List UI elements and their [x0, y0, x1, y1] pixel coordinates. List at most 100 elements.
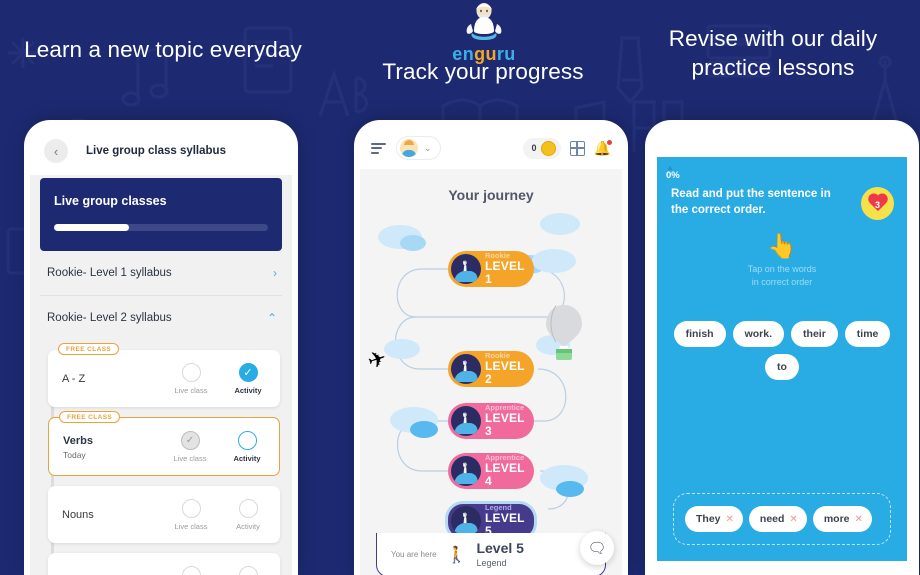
journey-map: ✈ Rookie LEVEL 1 Rookie — [360, 209, 622, 541]
answer-chip[interactable]: more ✕ — [812, 506, 872, 532]
page-title: Live group class syllabus — [86, 145, 226, 157]
lesson-item-today[interactable]: FREE CLASS Verbs Today Live class Activi… — [48, 411, 280, 476]
quiz-screen: ▲ 0% Read and put the sentence in the co… — [657, 157, 907, 561]
card-title: Live group classes — [54, 194, 167, 208]
level-number: LEVEL 1 — [485, 259, 525, 286]
free-class-badge: FREE CLASS — [58, 343, 120, 355]
level-text: Apprentice LEVEL 3 — [485, 404, 534, 437]
mark-label: Activity — [236, 522, 260, 531]
level-rank: Rookie — [485, 351, 511, 361]
syllabus-label: Rookie- Level 2 syllabus — [47, 312, 172, 324]
answer-word: more — [823, 513, 850, 525]
lesson-marks: Live class Activity — [170, 431, 267, 463]
level-avatar-icon — [451, 354, 481, 384]
progress-percent: 0% — [666, 170, 680, 181]
coin-balance[interactable]: 0 — [522, 137, 561, 159]
activity-mark[interactable]: Activity — [228, 566, 268, 575]
level-text: Apprentice LEVEL 4 — [485, 454, 534, 487]
level-badge-4[interactable]: Apprentice LEVEL 4 — [448, 453, 534, 489]
notification-bell-icon[interactable]: 🔔 — [594, 139, 612, 157]
answer-area[interactable]: They ✕ need ✕ more ✕ — [673, 493, 891, 545]
check-filled-icon — [238, 363, 258, 382]
you-are-here-card[interactable]: You are here 🚶 Level 5 Legend — [376, 533, 606, 575]
progress-row: ▲ 0% — [657, 157, 907, 181]
word-chip[interactable]: time — [844, 321, 891, 348]
live-class-mark[interactable]: Live class — [171, 363, 211, 395]
cloud-decoration — [410, 421, 438, 438]
enguru-wordmark: enguru — [452, 44, 516, 64]
level-avatar-icon — [451, 406, 481, 436]
level-badge-1[interactable]: Rookie LEVEL 1 — [448, 251, 534, 287]
live-class-mark[interactable]: Live class — [171, 566, 211, 575]
level-rank: Apprentice — [485, 453, 525, 463]
phone1-screen: ‹ Live group class syllabus Live group c… — [30, 127, 292, 575]
lesson-item[interactable]: Nouns Live class Activity — [48, 486, 280, 543]
chat-bubble-icon[interactable]: 🗨 — [580, 531, 614, 565]
syllabus-row-level1[interactable]: Rookie- Level 1 syllabus › — [40, 251, 282, 296]
free-class-badge: FREE CLASS — [59, 411, 121, 423]
phone-mockup-middle: ⌄ 0 🔔 Your journey ✈ 🚶 Rookie LEVEL 1 🚶 … — [354, 120, 628, 575]
progress-fill — [54, 224, 129, 231]
heart-icon: 3 — [867, 194, 889, 214]
level-number: LEVEL 4 — [485, 461, 525, 488]
header-actions: 0 🔔 — [522, 137, 612, 159]
user-avatar-icon — [400, 139, 418, 157]
close-icon[interactable]: ✕ — [726, 514, 734, 525]
phone2-screen: ⌄ 0 🔔 Your journey ✈ 🚶 Rookie LEVEL 1 🚶 … — [360, 127, 622, 575]
close-icon[interactable]: ✕ — [789, 514, 797, 525]
lesson-marks: Live class Activity — [171, 499, 268, 531]
tap-hint: Tap on the words in correct order — [657, 263, 907, 289]
level-badge-3[interactable]: Apprentice LEVEL 3 — [448, 403, 534, 439]
empty-circle-icon — [181, 363, 201, 382]
answer-chip[interactable]: need ✕ — [748, 506, 807, 532]
word-bank: finish work. their time to — [657, 321, 907, 381]
live-group-classes-card[interactable]: Live group classes — [40, 178, 282, 251]
word-chip[interactable]: finish — [673, 321, 726, 348]
word-chip[interactable]: their — [791, 321, 838, 348]
phone3-screen: ▲ 0% Read and put the sentence in the co… — [651, 127, 913, 575]
level-avatar-icon — [451, 456, 481, 486]
activity-mark[interactable]: Activity — [227, 431, 267, 463]
lesson-marks: Live class Activity — [171, 566, 268, 575]
level-rank: Apprentice — [485, 403, 525, 413]
current-level: Level 5 — [476, 540, 524, 556]
lesson-item[interactable]: FREE CLASS A - Z Live class Activity — [48, 343, 280, 407]
empty-circle-icon — [238, 566, 258, 575]
profile-selector[interactable]: ⌄ — [396, 136, 441, 160]
answer-chip[interactable]: They ✕ — [685, 506, 743, 532]
journey-title: Your journey — [448, 187, 534, 203]
phone-mockup-left: ‹ Live group class syllabus Live group c… — [24, 120, 298, 575]
live-class-mark[interactable]: Live class — [171, 499, 211, 531]
current-rank: Legend — [476, 558, 507, 568]
hamburger-menu-icon[interactable] — [371, 140, 386, 156]
word-chip[interactable]: work. — [732, 321, 785, 348]
lesson-item[interactable]: Things around us Live class Activity — [48, 553, 280, 575]
back-button[interactable]: ‹ — [44, 139, 68, 163]
gift-icon[interactable] — [569, 140, 585, 156]
pointing-hand-icon: 👆 — [767, 233, 797, 261]
cloud-decoration — [556, 481, 584, 497]
close-icon[interactable]: ✕ — [855, 514, 863, 525]
activity-mark[interactable]: Activity — [228, 363, 268, 395]
activity-mark[interactable]: Activity — [228, 499, 268, 531]
coin-icon — [540, 140, 556, 156]
check-gray-icon — [180, 431, 200, 450]
empty-circle-icon — [181, 499, 201, 518]
word-chip[interactable]: to — [765, 354, 799, 381]
caption-left: Learn a new topic everyday — [24, 37, 302, 62]
guru-meditating-icon — [466, 3, 502, 40]
syllabus-row-level2[interactable]: Rookie- Level 2 syllabus ⌃ — [40, 296, 282, 340]
coin-count: 0 — [531, 143, 537, 153]
empty-circle-blue-icon — [237, 431, 257, 450]
caption-right: Revise with our daily practice lessons — [668, 26, 878, 80]
chevron-down-icon: ⌄ — [424, 142, 432, 153]
phone1-topbar: ‹ Live group class syllabus — [30, 127, 292, 175]
hot-air-balloon-icon — [546, 305, 582, 360]
cloud-decoration — [540, 213, 580, 235]
level-badge-2[interactable]: Rookie LEVEL 2 — [448, 351, 534, 387]
lesson-subtitle: Today — [63, 449, 86, 460]
lesson-name: Nouns — [62, 509, 94, 521]
live-class-mark[interactable]: Live class — [170, 431, 210, 463]
chevron-right-icon: › — [273, 266, 277, 280]
level-text: Rookie LEVEL 2 — [485, 352, 534, 385]
